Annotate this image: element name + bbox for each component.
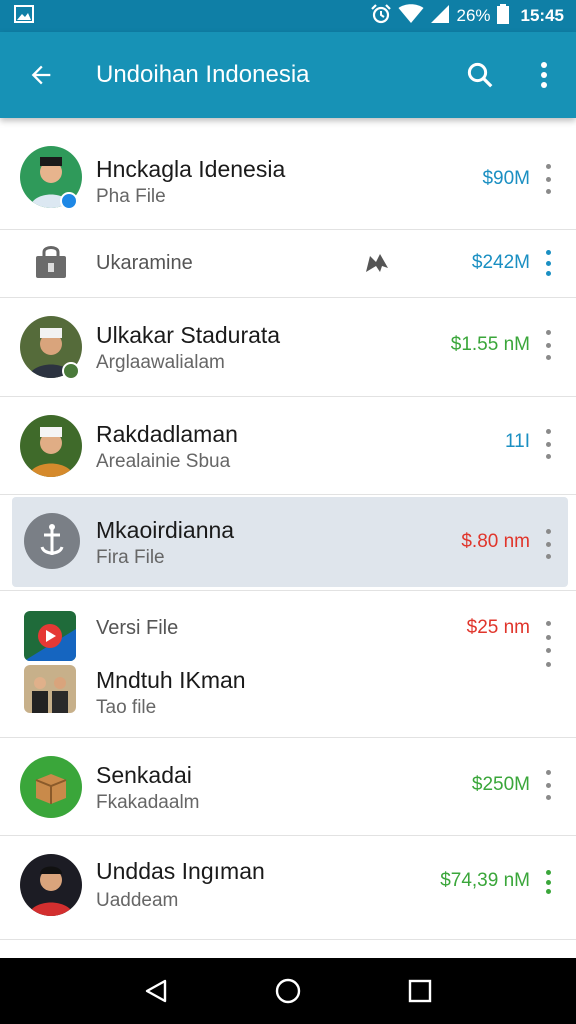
item-amount: $25 nm — [466, 617, 530, 638]
item-amount: $1.55 nM — [450, 334, 530, 355]
status-badge-icon — [62, 362, 80, 380]
item-more-icon[interactable] — [538, 621, 558, 667]
lock-bag-icon — [34, 244, 68, 285]
nav-recents-icon — [408, 979, 432, 1003]
clock: 15:45 — [520, 6, 564, 25]
list-item[interactable]: Senkadai Fkakadaalm $250M — [0, 738, 576, 836]
avatar — [20, 756, 82, 818]
item-more-icon[interactable] — [538, 870, 558, 894]
nav-back-icon — [145, 979, 167, 1003]
system-nav-bar — [0, 958, 576, 1024]
avatar — [20, 415, 82, 477]
video-app-icon — [24, 611, 76, 661]
item-more-icon[interactable] — [538, 429, 558, 459]
item-name: Ukaramine — [96, 252, 193, 274]
page-title: Undoihan Indonesia — [96, 61, 310, 88]
item-subtitle: Arglaawalialam — [96, 352, 225, 373]
item-name: Rakdadlaman — [96, 421, 238, 447]
item-amount: $250M — [471, 774, 530, 795]
app-bar: Undoihan Indonesia — [0, 32, 576, 118]
item-name: Mkaoirdianna — [96, 517, 235, 543]
battery-icon — [496, 3, 509, 29]
item-name: Unddas Ingıman — [96, 858, 265, 884]
item-name-secondary: Mndtuh IKman — [96, 667, 246, 693]
item-amount: 11I — [504, 431, 530, 452]
item-amount: $242M — [471, 252, 530, 273]
item-name: Versi File — [96, 617, 179, 639]
item-more-icon[interactable] — [538, 250, 558, 276]
item-subtitle: Arealainie Sbua — [96, 451, 231, 472]
item-amount: $90M — [482, 168, 530, 189]
list-item[interactable]: Versi File Mndtuh IKman Tao file $25 nm — [0, 591, 576, 738]
file-list: Hnckagla Idenesia Pha File $90M Ukaramin… — [0, 118, 576, 958]
list-item[interactable]: Ulkakar Stadurata Arglaawalialam $1.55 n… — [0, 298, 576, 397]
avatar — [24, 513, 80, 569]
nav-back-button[interactable] — [126, 961, 186, 1021]
list-item[interactable]: Ukaramine $242M — [0, 230, 576, 298]
battery-percent: 26% — [456, 6, 491, 25]
item-more-icon[interactable] — [538, 330, 558, 360]
item-more-icon[interactable] — [538, 164, 558, 194]
list-item[interactable]: Rakdadlaman Arealainie Sbua 11I — [0, 397, 576, 495]
item-subtitle: Fira File — [96, 547, 165, 568]
list-item-selected[interactable]: Mkaoirdianna Fira File $.80 nm — [0, 495, 576, 591]
verified-badge-icon — [60, 192, 78, 210]
nav-home-button[interactable] — [258, 961, 318, 1021]
more-vert-icon — [541, 62, 547, 88]
item-amount: $.80 nm — [461, 531, 530, 552]
list-item[interactable]: Hnckagla Idenesia Pha File $90M — [0, 118, 576, 230]
alarm-icon — [370, 3, 392, 30]
photo-thumbnail — [24, 665, 76, 713]
status-bar: 26% 15:45 — [0, 0, 576, 32]
share-icon[interactable] — [364, 250, 390, 281]
nav-recents-button[interactable] — [390, 961, 450, 1021]
search-button[interactable] — [448, 32, 512, 118]
arrow-back-icon — [31, 65, 51, 85]
item-subtitle: Pha File — [96, 186, 166, 207]
nav-home-icon — [275, 978, 301, 1004]
item-amount: $74,39 nM — [440, 870, 530, 891]
gallery-notification-icon — [14, 4, 34, 28]
overflow-menu-button[interactable] — [512, 32, 576, 118]
item-more-icon[interactable] — [538, 770, 558, 800]
status-right: 26% 15:45 — [370, 3, 564, 30]
item-name: Senkadai — [96, 762, 192, 788]
item-more-icon[interactable] — [538, 529, 558, 559]
item-subtitle: Fkakadaalm — [96, 792, 200, 813]
avatar — [20, 854, 82, 916]
search-icon — [467, 62, 493, 88]
cell-signal-icon — [430, 4, 450, 29]
item-subtitle: Uaddeam — [96, 890, 179, 911]
back-button[interactable] — [0, 32, 82, 118]
list-item[interactable]: Unddas Ingıman Uaddeam $74,39 nM — [0, 836, 576, 940]
item-name: Ulkakar Stadurata — [96, 322, 281, 348]
item-subtitle: Tao file — [96, 697, 157, 718]
status-left — [14, 4, 370, 28]
item-name: Hnckagla Idenesia — [96, 156, 286, 182]
wifi-icon — [398, 3, 424, 29]
